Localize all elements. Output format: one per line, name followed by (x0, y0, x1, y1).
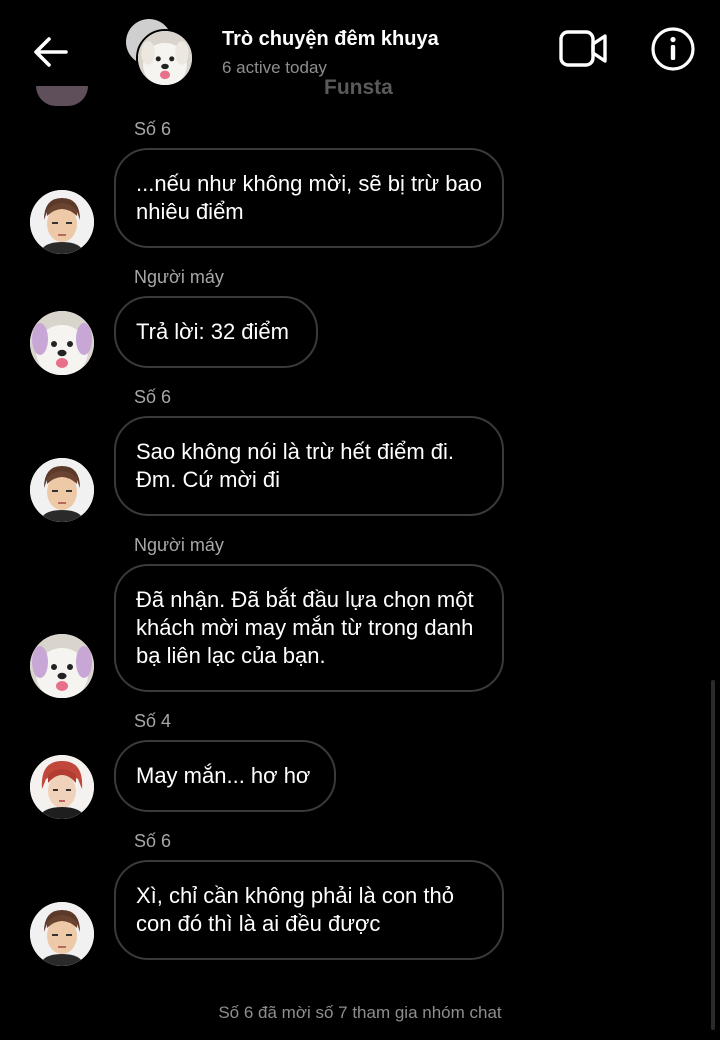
sender-name: Người máy (134, 267, 224, 287)
dog-avatar[interactable] (30, 634, 94, 698)
message-bubble[interactable]: Trả lời: 32 điểm (114, 296, 318, 368)
scrollbar[interactable] (711, 680, 715, 1030)
sender-name: Số 6 (134, 387, 172, 407)
sender-name: Số 4 (134, 711, 172, 731)
chat-title[interactable]: Trò chuyện đêm khuya (222, 28, 439, 51)
info-button[interactable] (650, 26, 696, 72)
info-icon (651, 27, 695, 71)
active-status: 6 active today (222, 58, 327, 77)
sender-name: Người máy (134, 535, 224, 555)
sender-name: Số 6 (134, 119, 172, 139)
video-camera-icon (559, 30, 607, 67)
message-bubble[interactable]: ...nếu như không mời, sẽ bị trừ bao nhiê… (114, 148, 504, 248)
system-message: Số 6 đã mời số 7 tham gia nhóm chat (218, 1003, 502, 1022)
sender-name: Số 6 (134, 831, 172, 851)
message-bubble[interactable]: Đã nhận. Đã bắt đầu lựa chọn một khách m… (114, 564, 504, 692)
back-button[interactable] (30, 32, 70, 72)
boy-avatar[interactable] (30, 458, 94, 522)
message-bubble[interactable]: Sao không nói là trừ hết điểm đi. Đm. Cứ… (114, 416, 504, 516)
video-call-button[interactable] (558, 28, 610, 70)
boy-avatar[interactable] (30, 190, 94, 254)
dog-avatar (136, 29, 194, 87)
dog-avatar[interactable] (30, 311, 94, 375)
group-avatar[interactable] (124, 18, 196, 90)
chat-header: Trò chuyện đêm khuya 6 active today Funs… (0, 0, 720, 104)
message-bubble[interactable]: May mắn... hơ hơ (114, 740, 336, 812)
boy-avatar[interactable] (30, 902, 94, 966)
redhair-avatar[interactable] (30, 755, 94, 819)
arrow-left-icon (34, 37, 68, 67)
watermark-text: Funsta (324, 76, 393, 99)
message-bubble[interactable]: Xì, chỉ cần không phải là con thỏ con đó… (114, 860, 504, 960)
